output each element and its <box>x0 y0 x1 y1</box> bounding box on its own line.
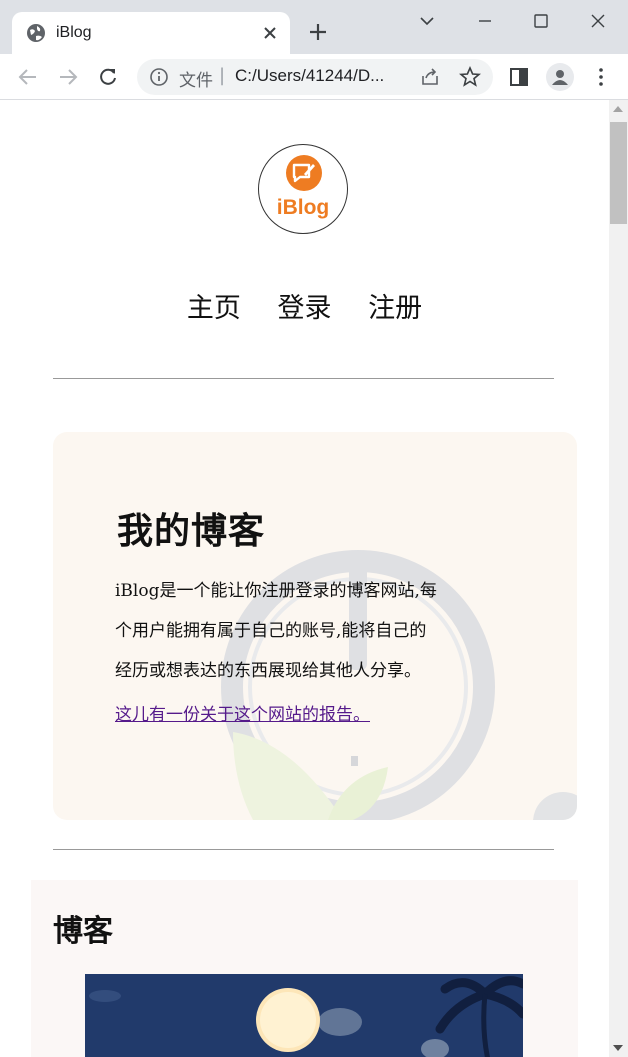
info-icon[interactable] <box>149 67 169 87</box>
vertical-scrollbar[interactable] <box>609 100 628 1057</box>
logo-text: iBlog <box>276 196 330 219</box>
hero-description: iBlog是一个能让你注册登录的博客网站,每 个用户能拥有属于自己的账号,能将自… <box>115 571 495 691</box>
window-close-icon[interactable] <box>587 10 609 32</box>
blog-section: 博客 <box>31 880 578 1057</box>
hero-card: 我的博客 iBlog是一个能让你注册登录的博客网站,每 个用户能拥有属于自己的账… <box>53 432 577 820</box>
address-separator: | <box>219 65 226 86</box>
share-icon[interactable] <box>420 67 440 87</box>
address-bar[interactable]: 文件 | C:/Users/41244/D... <box>137 59 493 95</box>
person-icon <box>552 70 568 85</box>
report-link[interactable]: 这儿有一份关于这个网站的报告。 <box>115 700 370 725</box>
tab-title: iBlog <box>56 24 92 41</box>
new-tab-icon[interactable] <box>308 22 328 42</box>
chat-edit-icon <box>286 155 322 191</box>
main-nav: 主页 登录 注册 <box>0 286 609 325</box>
divider <box>53 378 554 379</box>
maximize-icon[interactable] <box>530 10 552 32</box>
hero-title: 我的博客 <box>117 510 266 552</box>
nav-home-link[interactable]: 主页 <box>187 293 241 324</box>
hero-description-line: 经历或想表达的东西展现给其他人分享。 <box>115 661 421 681</box>
close-icon[interactable] <box>262 25 278 41</box>
more-menu-icon[interactable] <box>590 66 612 88</box>
scroll-up-arrow-icon[interactable] <box>613 106 623 112</box>
tab-search-chevron-icon[interactable] <box>416 10 438 32</box>
forward-arrow-icon[interactable] <box>57 66 79 88</box>
address-scheme-label: 文件 <box>179 71 213 91</box>
side-panel-icon[interactable] <box>508 66 530 88</box>
reload-icon[interactable] <box>97 66 119 88</box>
bookmark-star-icon[interactable] <box>459 66 481 88</box>
scroll-down-arrow-icon[interactable] <box>613 1045 623 1051</box>
back-arrow-icon[interactable] <box>17 66 39 88</box>
browser-toolbar: 文件 | C:/Users/41244/D... <box>0 54 628 100</box>
address-url[interactable]: C:/Users/41244/D... <box>235 66 384 86</box>
site-logo[interactable]: iBlog <box>258 144 348 234</box>
divider <box>53 849 554 850</box>
nav-login-link[interactable]: 登录 <box>278 293 332 324</box>
night-scene-illustration <box>85 974 523 1057</box>
hero-description-line: iBlog是一个能让你注册登录的博客网站,每 <box>115 581 437 601</box>
hero-description-line: 个用户能拥有属于自己的账号,能将自己的 <box>115 621 427 641</box>
scroll-thumb[interactable] <box>610 122 627 224</box>
profile-avatar[interactable] <box>546 63 574 91</box>
blog-section-title: 博客 <box>53 914 113 949</box>
blog-post-thumbnail[interactable] <box>85 974 523 1057</box>
globe-icon <box>27 24 45 42</box>
minimize-icon[interactable] <box>474 10 496 32</box>
browser-tab-strip: iBlog <box>0 0 628 54</box>
browser-tab[interactable]: iBlog <box>12 12 290 54</box>
page-viewport: iBlog 主页 登录 注册 我的博客 iBlog是一个能让你注册登录的博客网站… <box>0 100 609 1057</box>
nav-register-link[interactable]: 注册 <box>368 293 422 324</box>
